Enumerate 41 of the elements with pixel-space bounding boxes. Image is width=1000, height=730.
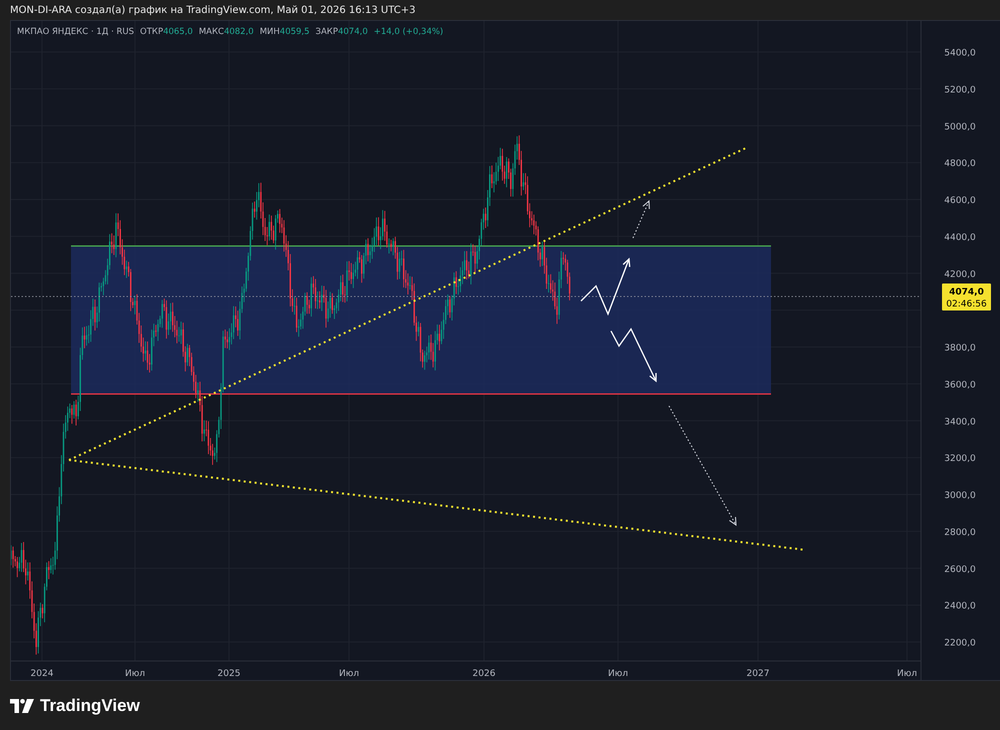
legend-value: 4065,0 — [163, 27, 193, 37]
chart-author-caption: MON-DI-ARA создал(а) график на TradingView.com, Май 01, 2026 16:13 UTC+3 — [10, 4, 416, 16]
price-axis-label: 2400,0 — [944, 602, 976, 612]
tradingview-logo-icon — [10, 699, 34, 713]
dotted-arrow — [632, 200, 650, 238]
price-axis-label: 3600,0 — [944, 380, 976, 390]
legend-label: МИН — [260, 27, 280, 37]
price-axis-label: 4400,0 — [944, 232, 976, 243]
price-axis-label: 5000,0 — [944, 122, 976, 132]
brand-name: TradingView — [40, 696, 140, 716]
legend-label: МАКС — [198, 27, 224, 37]
price-axis-label: 3000,0 — [944, 491, 976, 501]
symbol-title: МКПАО ЯНДЕКС · 1Д · RUS — [17, 27, 134, 37]
legend-label: ЗАКР — [316, 27, 338, 37]
price-axis-label: 4200,0 — [944, 270, 976, 280]
price-axis-label: 2200,0 — [944, 638, 976, 648]
legend-value: 4082,0 — [224, 27, 254, 37]
legend-value: 4074,0 — [338, 27, 368, 37]
last-price-tag: 4074,0 02:46:56 — [942, 283, 991, 310]
price-axis-label: 5200,0 — [944, 85, 976, 96]
time-axis-label: 2024 — [30, 669, 54, 679]
time-axis-label: Июл — [896, 669, 918, 679]
time-axis-label: 2027 — [746, 669, 770, 679]
time-axis-label: 2026 — [472, 669, 496, 679]
price-axis-label: 3200,0 — [944, 454, 976, 464]
price-axis-label: 3800,0 — [944, 344, 976, 354]
price-axis-label: 2600,0 — [944, 564, 976, 575]
price-axis-label: 3400,0 — [944, 417, 976, 428]
legend-label: ОТКР — [140, 27, 164, 37]
legend-value: 4059,5 — [280, 27, 310, 37]
price-change: +14,0 (+0,34%) — [374, 27, 444, 37]
zigzag-up-arrow — [580, 258, 630, 316]
time-axis-label: Июл — [124, 669, 146, 679]
price-axis-label: 4800,0 — [944, 159, 976, 170]
time-axis-label: Июл — [338, 669, 360, 679]
time-axis-label: Июл — [608, 669, 628, 679]
zigzag-down-arrow — [610, 328, 657, 382]
price-axis-label: 4600,0 — [944, 196, 976, 206]
time-axis-label: 2025 — [218, 669, 240, 679]
price-axis-label: 5400,0 — [944, 48, 976, 58]
price-axis-label: 2800,0 — [944, 528, 976, 538]
